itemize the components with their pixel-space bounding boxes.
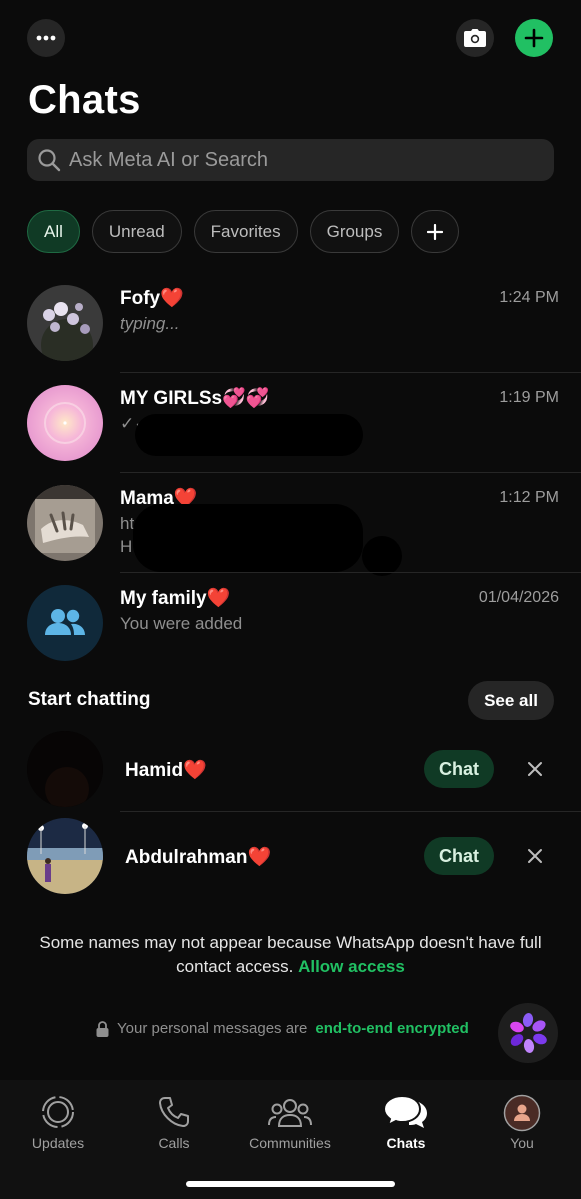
notice-text: Some names may not appear because WhatsA… <box>39 933 542 976</box>
tab-label: You <box>510 1135 534 1151</box>
chat-button[interactable]: Chat <box>424 837 494 875</box>
chat-preview: H <box>120 537 133 556</box>
filter-chips: All Unread Favorites Groups <box>27 210 460 253</box>
divider <box>120 811 581 812</box>
tab-you[interactable]: You <box>467 1094 577 1151</box>
filter-favorites[interactable]: Favorites <box>193 210 298 253</box>
avatar <box>27 285 103 361</box>
chat-time: 01/04/2026 <box>478 589 559 606</box>
encryption-notice: Your personal messages are end-to-end en… <box>96 1020 469 1037</box>
plus-icon <box>524 28 544 48</box>
chats-icon <box>383 1094 427 1128</box>
search-icon <box>38 149 61 172</box>
chat-name: My family❤️ <box>120 588 231 609</box>
tab-chats[interactable]: Chats <box>351 1094 461 1151</box>
chat-name: Fofy❤️ <box>120 288 184 309</box>
avatar <box>27 385 103 461</box>
home-indicator <box>186 1181 395 1187</box>
communities-icon <box>268 1099 312 1127</box>
avatar[interactable] <box>27 818 103 894</box>
dismiss-button[interactable] <box>522 843 548 869</box>
contact-suggestion-hamid: Hamid❤️ Chat <box>0 728 581 813</box>
group-icon <box>45 609 85 635</box>
camera-icon <box>464 29 486 47</box>
section-title: Start chatting <box>28 689 151 710</box>
redaction-mark <box>362 536 402 576</box>
redaction-mark <box>133 504 363 572</box>
chat-button[interactable]: Chat <box>424 750 494 788</box>
filter-label: All <box>44 221 63 241</box>
search-bar[interactable] <box>27 139 554 181</box>
page-title: Chats <box>28 78 141 122</box>
more-horizontal-icon <box>36 35 56 41</box>
phone-icon <box>159 1097 189 1127</box>
chat-time: 1:19 PM <box>499 389 559 406</box>
tab-label: Calls <box>158 1135 190 1151</box>
allow-access-link[interactable]: Allow access <box>298 957 405 976</box>
redaction-mark <box>135 414 363 456</box>
contact-access-notice: Some names may not appear because WhatsA… <box>20 931 561 979</box>
filter-label: Unread <box>108 221 165 241</box>
encryption-link[interactable]: end-to-end encrypted <box>315 1020 468 1037</box>
chat-name: MY GIRLSs💞💞 <box>120 388 270 409</box>
dismiss-button[interactable] <box>522 756 548 782</box>
plus-icon <box>427 223 444 240</box>
tab-calls[interactable]: Calls <box>119 1094 229 1151</box>
filter-label: Favorites <box>210 221 281 241</box>
lock-icon <box>96 1020 109 1037</box>
typing-indicator: typing... <box>120 314 180 333</box>
chat-row-mama[interactable]: Mama❤️ 1:12 PM ht H <box>0 473 581 576</box>
chat-row-my-family[interactable]: My family❤️ 01/04/2026 You were added <box>0 573 581 673</box>
more-options-button[interactable] <box>27 19 65 57</box>
tab-label: Updates <box>31 1135 85 1151</box>
filter-all[interactable]: All <box>27 210 80 253</box>
chat-time: 1:24 PM <box>499 289 559 306</box>
chat-preview: You were added <box>120 614 243 633</box>
meta-ai-icon <box>510 1013 547 1053</box>
tab-updates[interactable]: Updates <box>3 1094 113 1151</box>
tab-label: Chats <box>386 1135 426 1151</box>
add-filter-button[interactable] <box>411 210 460 253</box>
chat-row-fofy[interactable]: Fofy❤️ 1:24 PM typing... <box>0 273 581 373</box>
meta-ai-button[interactable] <box>498 1003 558 1063</box>
contact-suggestion-abdulrahman: Abdulrahman❤️ Chat <box>0 815 581 900</box>
filter-unread[interactable]: Unread <box>91 210 182 253</box>
contact-name: Hamid❤️ <box>125 760 207 781</box>
top-bar <box>0 0 581 76</box>
camera-button[interactable] <box>456 19 494 57</box>
filter-label: Groups <box>326 221 383 241</box>
tab-communities[interactable]: Communities <box>235 1094 345 1151</box>
avatar[interactable] <box>27 731 103 807</box>
avatar <box>27 485 103 561</box>
filter-groups[interactable]: Groups <box>309 210 400 253</box>
avatar <box>27 585 103 661</box>
close-icon <box>528 849 542 863</box>
see-all-button[interactable]: See all <box>468 681 554 720</box>
encryption-text: Your personal messages are <box>117 1020 308 1037</box>
tab-label: Communities <box>249 1135 331 1151</box>
close-icon <box>528 762 542 776</box>
chat-row-my-girls[interactable]: MY GIRLSs💞💞 1:19 PM ✓✓ <box>0 373 581 473</box>
profile-avatar-icon <box>503 1094 541 1132</box>
updates-icon <box>42 1096 74 1128</box>
chat-time: 1:12 PM <box>499 489 559 506</box>
new-chat-button[interactable] <box>515 19 553 57</box>
search-input[interactable] <box>69 148 529 172</box>
contact-name: Abdulrahman❤️ <box>125 847 272 868</box>
